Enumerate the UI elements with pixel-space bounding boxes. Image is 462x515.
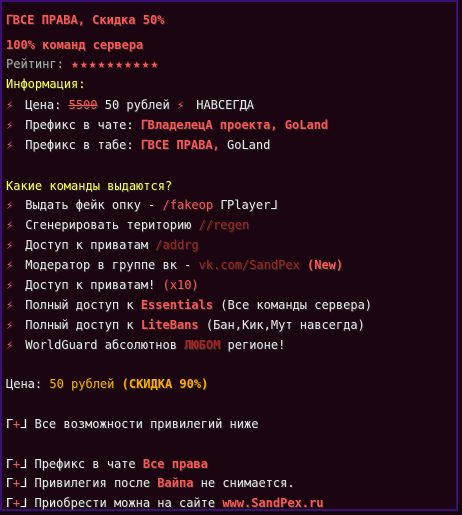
command-text: Модератор в группе вк - (25, 258, 199, 272)
plus-icon: + (12, 476, 20, 490)
command-item: ⚡ Полный доступ к Essentials (Все команд… (6, 297, 372, 313)
command-value: Essentials (140, 298, 214, 312)
command-item: ⚡ Полный доступ к LiteBans (Бан,Кик,Мут … (6, 317, 365, 333)
tooltip-title: ᒥВСЕ ПРАВА, Скидка 50% (6, 13, 165, 27)
extra-item: ᒥ+ᒧ Привилегия после Вайпа не снимается. (6, 476, 295, 490)
plus-icon: + (12, 496, 20, 510)
prefix-tab-label: Префикс в табе: (25, 138, 134, 152)
command-item: ⚡ Доступ к приватам! (x10) (6, 277, 199, 293)
command-text: WorldGuard абсолютнов (25, 338, 185, 352)
price-new: 50 рублей (104, 98, 170, 112)
bolt-icon: ⚡ (6, 318, 14, 332)
bolt-icon: ⚡ (6, 278, 14, 292)
rating-line: Рейтинг: ★★★★★★★★★★ (6, 56, 159, 72)
command-text: Выдать фейк опку - (25, 198, 163, 212)
rating-stars: ★★★★★★★★★★ (71, 57, 160, 72)
info-header: Информация: (6, 77, 86, 91)
plus-icon: + (12, 417, 20, 431)
footer-price-label: Цена: (6, 377, 50, 391)
command-item: ⚡ WorldGuard абсолютнов ЛЮБОМ регионе! (6, 337, 285, 353)
extra-value: Все права (142, 457, 208, 471)
bolt-icon: ⚡ (177, 98, 185, 112)
corner-icon: ᒥ (6, 476, 13, 490)
prefix-tab-line: ⚡ Префикс в табе: ᒥВСЕ ПРАВА, GoLand (6, 137, 270, 153)
command-tail: регионе! (220, 338, 286, 352)
bolt-icon: ⚡ (6, 298, 14, 312)
command-text: Полный доступ к (25, 298, 141, 312)
command-item: ⚡ Модератор в группе вк - vk.com/SandPex… (6, 257, 343, 273)
command-text: Полный доступ к (25, 318, 141, 332)
plus-icon: + (12, 457, 20, 471)
bolt-icon: ⚡ (6, 238, 14, 252)
prefix-chat-value: ᒥВладелецА проекта, GoLand (140, 118, 329, 132)
prefix-chat-label: Префикс в чате: (25, 118, 134, 132)
item-tooltip: ᒥВСЕ ПРАВА, Скидка 50% 100% команд серве… (0, 0, 458, 511)
price-forever: НАВСЕГДА (196, 98, 255, 112)
command-item: ⚡ Выдать фейк опку - /fakeop ᒥPlayerᒧ (6, 197, 278, 213)
command-value: LiteBans (140, 318, 199, 332)
prefix-tab-value-red: ᒥВСЕ ПРАВА, (140, 138, 220, 152)
price-line: ⚡ Цена: 5500 50 рублей ⚡ НАВСЕГДА (6, 97, 254, 113)
tooltip-subtitle: 100% команд сервера (6, 38, 144, 52)
price-label: Цена: (25, 98, 62, 112)
extra-item: ᒥ+ᒧ Префикс в чате Все права (6, 457, 208, 471)
corner-icon: ᒥ (6, 457, 13, 471)
extra-text: Приобрести можна на сайте (34, 496, 223, 510)
command-value: /fakeop (162, 198, 214, 212)
footer-price-line: Цена: 50 рублей (СКИДКА 90%) (6, 376, 208, 392)
feature-text: Все возможности привилегий ниже (34, 417, 259, 431)
command-tail: (Все команды сервера) (213, 298, 373, 312)
bolt-icon: ⚡ (6, 138, 14, 152)
corner-icon: ᒥ (6, 417, 13, 431)
rating-label: Рейтинг: (6, 57, 64, 71)
bolt-icon: ⚡ (6, 198, 14, 212)
extra-item: ᒥ+ᒧ Приобрести можна на сайте www.SandPe… (6, 496, 324, 510)
prefix-chat-line: ⚡ Префикс в чате: ᒥВладелецА проекта, Go… (6, 117, 328, 133)
command-value: ЛЮБОМ (184, 338, 221, 352)
extra-value: Вайпа (157, 476, 194, 490)
corner-icon: ᒥ (6, 496, 13, 510)
prefix-tab-value-white: GoLand (219, 138, 271, 152)
command-value: vk.com/SandPex (198, 258, 300, 272)
command-tail: (New) (299, 258, 344, 272)
command-tail: ᒥPlayerᒧ (213, 198, 278, 212)
command-tail: (Бан,Кик,Мут навсегда) (198, 318, 365, 332)
price-old: 5500 (68, 98, 98, 112)
commands-header: Какие команды выдаются? (6, 179, 173, 193)
command-text: Доступ к приватам (25, 238, 156, 252)
footer-price-discount: (СКИДКА 90%) (114, 377, 209, 391)
command-value: (x10) (162, 278, 199, 292)
feature-item: ᒥ+ᒧ Все возможности привилегий ниже (6, 417, 259, 431)
bolt-icon: ⚡ (6, 338, 14, 352)
command-text: Сгенерировать територию (25, 218, 199, 232)
bolt-icon: ⚡ (6, 258, 14, 272)
bolt-icon: ⚡ (6, 118, 14, 132)
bolt-icon: ⚡ (6, 218, 14, 232)
extra-text: Префикс в чате (34, 457, 143, 471)
command-value: //regen (198, 218, 250, 232)
extra-text: Привилегия после (34, 476, 158, 490)
command-item: ⚡ Доступ к приватам /addrg (6, 237, 199, 253)
command-value: /addrg (155, 238, 199, 252)
bolt-icon: ⚡ (6, 98, 14, 112)
extra-value: www.SandPex.ru (222, 496, 324, 510)
extra-tail: не снимается. (193, 476, 295, 490)
command-item: ⚡ Сгенерировать територию //regen (6, 217, 249, 233)
command-text: Доступ к приватам! (25, 278, 163, 292)
footer-price-value: 50 рублей (49, 377, 115, 391)
